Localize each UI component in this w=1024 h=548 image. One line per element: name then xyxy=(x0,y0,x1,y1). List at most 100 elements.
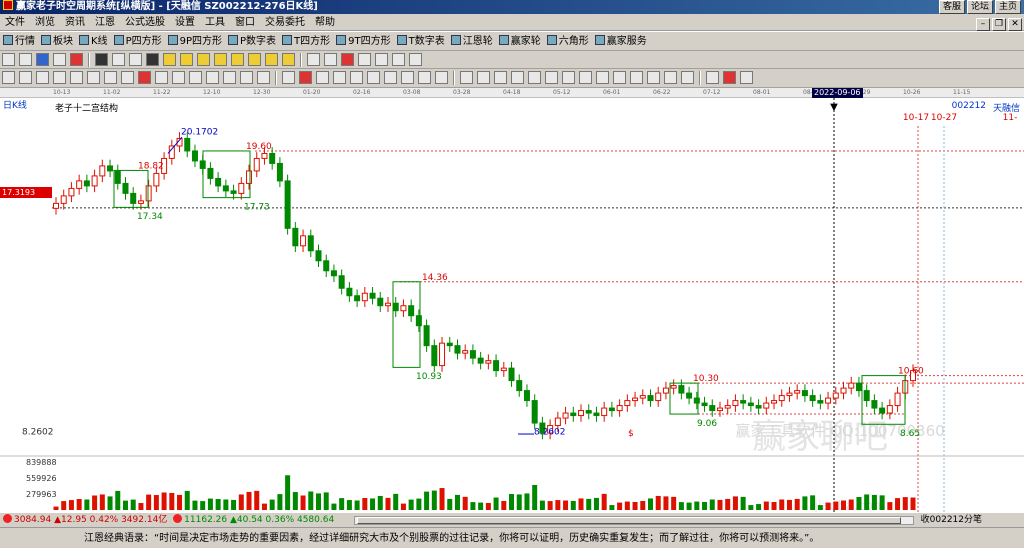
fan-icon[interactable] xyxy=(528,71,541,84)
diamond-tool-icon[interactable] xyxy=(248,53,261,66)
grid-icon[interactable] xyxy=(409,53,422,66)
customer-service-link[interactable]: 客服 xyxy=(938,0,965,14)
fan-icon[interactable] xyxy=(579,71,592,84)
first-icon[interactable] xyxy=(95,53,108,66)
fan-icon[interactable] xyxy=(240,71,253,84)
infinity-icon[interactable] xyxy=(740,71,753,84)
fan-icon[interactable] xyxy=(189,71,202,84)
diamond-tool-icon[interactable] xyxy=(231,53,244,66)
line-tool-icon[interactable] xyxy=(333,71,346,84)
line-tool-icon[interactable] xyxy=(401,71,414,84)
fan-icon[interactable] xyxy=(647,71,660,84)
menu-info[interactable]: 资讯 xyxy=(60,14,90,31)
tool-gann-wheel[interactable]: 江恩轮 xyxy=(450,32,493,50)
ticks-link[interactable]: 收002212分笔 xyxy=(921,513,982,528)
crosshair-icon[interactable] xyxy=(324,53,337,66)
diamond-tool-icon[interactable] xyxy=(265,53,278,66)
fan-icon[interactable] xyxy=(681,71,694,84)
calendar-icon[interactable] xyxy=(2,53,15,66)
hand-tool-icon[interactable] xyxy=(307,53,320,66)
tool-winner-wheel[interactable]: 赢家轮 xyxy=(498,32,541,50)
tool-9t-square[interactable]: 9T四方形 xyxy=(336,32,391,50)
menu-trade[interactable]: 交易委托 xyxy=(260,14,310,31)
percent-icon[interactable] xyxy=(494,71,507,84)
fan-icon[interactable] xyxy=(545,71,558,84)
menu-help[interactable]: 帮助 xyxy=(310,14,340,31)
trendline-icon[interactable] xyxy=(358,53,371,66)
wave-tool-icon[interactable] xyxy=(299,71,312,84)
target-icon[interactable] xyxy=(138,71,151,84)
diamond-tool-icon[interactable] xyxy=(180,53,193,66)
fan-icon[interactable] xyxy=(104,71,117,84)
fan-icon[interactable] xyxy=(172,71,185,84)
tool-9p-square[interactable]: 9P四方形 xyxy=(167,32,222,50)
line-tool-icon[interactable] xyxy=(350,71,363,84)
tool-quotes[interactable]: 行情 xyxy=(3,32,35,50)
minimize-icon[interactable]: – xyxy=(976,18,990,31)
last-icon[interactable] xyxy=(146,53,159,66)
tool-t-square[interactable]: T四方形 xyxy=(282,32,330,50)
sz-index[interactable]: 11162.26 ▲40.54 0.36% 4580.64 xyxy=(173,513,334,528)
menu-browse[interactable]: 浏览 xyxy=(30,14,60,31)
tool-p-table[interactable]: P数字表 xyxy=(228,32,276,50)
forum-link[interactable]: 论坛 xyxy=(966,0,993,14)
close-icon[interactable]: ✕ xyxy=(1008,18,1022,31)
horizontal-scrollbar[interactable] xyxy=(354,516,914,525)
tool-p-square[interactable]: P四方形 xyxy=(113,32,162,50)
fan-icon[interactable] xyxy=(53,71,66,84)
line-tool-icon[interactable] xyxy=(435,71,448,84)
pen-icon[interactable] xyxy=(2,71,15,84)
line-tool-icon[interactable] xyxy=(367,71,380,84)
fan-icon[interactable] xyxy=(664,71,677,84)
menu-file[interactable]: 文件 xyxy=(0,14,30,31)
sh-index[interactable]: 3084.94 ▲12.95 0.42% 3492.14亿 xyxy=(3,513,167,528)
line-tool-icon[interactable] xyxy=(316,71,329,84)
diamond-tool-icon[interactable] xyxy=(163,53,176,66)
tool-hexagon[interactable]: 六角形 xyxy=(546,32,589,50)
scroll-thumb[interactable] xyxy=(357,517,901,524)
fan-icon[interactable] xyxy=(36,71,49,84)
grid-icon[interactable] xyxy=(706,71,719,84)
table-icon[interactable] xyxy=(460,71,473,84)
fan-icon[interactable] xyxy=(257,71,270,84)
zoom-icon[interactable] xyxy=(392,53,405,66)
fan-icon[interactable] xyxy=(87,71,100,84)
fan-icon[interactable] xyxy=(19,71,32,84)
dropdown-icon[interactable] xyxy=(53,53,66,66)
channel-icon[interactable] xyxy=(375,53,388,66)
fan-icon[interactable] xyxy=(223,71,236,84)
chart-mode-icon[interactable] xyxy=(36,53,49,66)
restore-icon[interactable]: ❐ xyxy=(992,18,1006,31)
fan-icon[interactable] xyxy=(562,71,575,84)
tool-service[interactable]: 赢家服务 xyxy=(594,32,647,50)
cursor-icon[interactable] xyxy=(341,53,354,66)
next-icon[interactable] xyxy=(129,53,142,66)
fan-icon[interactable] xyxy=(206,71,219,84)
dropdown-icon[interactable] xyxy=(19,53,32,66)
fan-icon[interactable] xyxy=(630,71,643,84)
fib-icon[interactable] xyxy=(477,71,490,84)
menu-window[interactable]: 窗口 xyxy=(230,14,260,31)
line-tool-icon[interactable] xyxy=(384,71,397,84)
line-tool-icon[interactable] xyxy=(418,71,431,84)
tool-kline[interactable]: K线 xyxy=(79,32,108,50)
menu-gann[interactable]: 江恩 xyxy=(90,14,120,31)
diamond-tool-icon[interactable] xyxy=(197,53,210,66)
menu-settings[interactable]: 设置 xyxy=(170,14,200,31)
fan-icon[interactable] xyxy=(613,71,626,84)
circle-tool-icon[interactable] xyxy=(70,53,83,66)
menu-formula[interactable]: 公式选股 xyxy=(120,14,170,31)
pie-icon[interactable] xyxy=(723,71,736,84)
tool-sectors[interactable]: 板块 xyxy=(41,32,73,50)
fan-icon[interactable] xyxy=(121,71,134,84)
fan-icon[interactable] xyxy=(155,71,168,84)
diamond-tool-icon[interactable] xyxy=(214,53,227,66)
diamond-tool-icon[interactable] xyxy=(282,53,295,66)
prev-icon[interactable] xyxy=(112,53,125,66)
fan-icon[interactable] xyxy=(596,71,609,84)
tool-t-table[interactable]: T数字表 xyxy=(396,32,445,50)
line-tool-icon[interactable] xyxy=(282,71,295,84)
menu-tools[interactable]: 工具 xyxy=(200,14,230,31)
kline-chart[interactable]: 赢家聊吧赢家工具软件 QQ:100700360jiaoba.com▼10-171… xyxy=(0,98,1024,514)
fan-icon[interactable] xyxy=(511,71,524,84)
